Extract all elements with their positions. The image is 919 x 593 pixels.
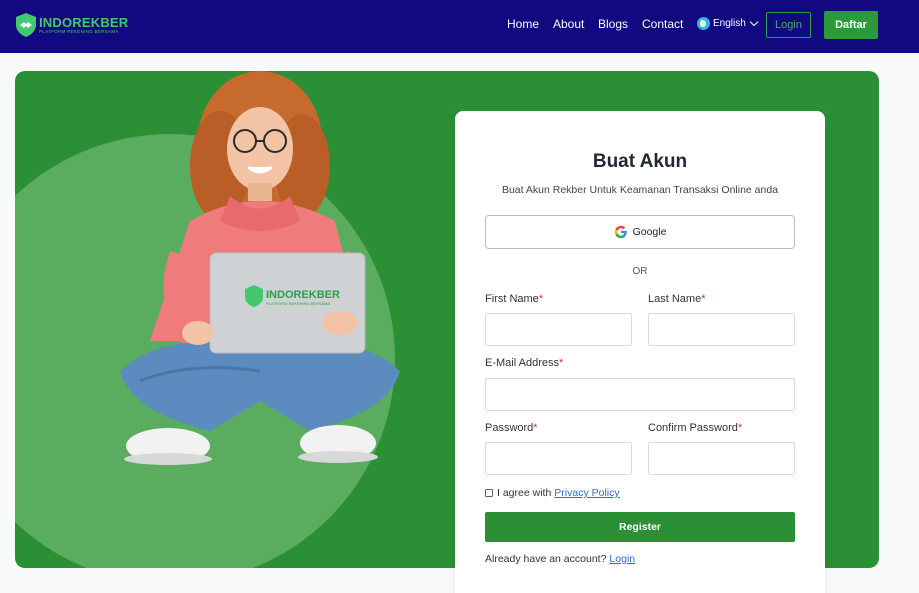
password-field[interactable] <box>485 442 632 475</box>
page-title: Buat Akun <box>592 151 688 172</box>
login-link[interactable]: Login <box>609 553 635 565</box>
navbar: INDOREKBER PLATFORM REKENING BERSAMA Hom… <box>0 0 919 53</box>
required-mark: * <box>558 357 564 369</box>
google-label: Google <box>632 226 667 238</box>
language-label: English <box>713 18 746 29</box>
woman-with-laptop-illustration <box>120 71 400 465</box>
google-signin-button[interactable]: Google <box>485 215 795 249</box>
nav-link-blogs[interactable]: Blogs <box>598 17 628 31</box>
chevron-down-icon <box>749 17 759 27</box>
nav-link-about[interactable]: About <box>553 17 584 31</box>
agree-checkbox[interactable] <box>485 489 493 497</box>
language-selector[interactable]: English <box>697 17 759 30</box>
required-mark: * <box>737 422 743 434</box>
or-divider: OR <box>632 266 648 277</box>
laptop-brand-name: INDOREKBER <box>266 289 340 301</box>
page-subtitle: Buat Akun Rekber Untuk Keamanan Transaks… <box>501 184 779 196</box>
email-label: E-Mail Address* <box>485 357 564 369</box>
last-name-field[interactable] <box>648 313 795 346</box>
agree-row: I agree with Privacy Policy <box>485 487 620 499</box>
password-label: Password* <box>485 422 538 434</box>
brand-name: INDOREKBER <box>39 14 129 30</box>
nav-daftar-button[interactable]: Daftar <box>824 11 878 39</box>
confirm-password-field[interactable] <box>648 442 795 475</box>
last-name-label: Last Name* <box>648 293 706 305</box>
required-mark: * <box>533 422 538 434</box>
required-mark: * <box>701 293 706 305</box>
first-name-label: First Name* <box>485 293 544 305</box>
brand-logo[interactable]: INDOREKBER PLATFORM REKENING BERSAMA <box>15 12 128 38</box>
register-button[interactable]: Register <box>485 512 795 542</box>
nav-login-button[interactable]: Login <box>766 12 811 38</box>
brand-tagline: PLATFORM REKENING BERSAMA <box>39 28 119 34</box>
already-account-row: Already have an account? Login <box>485 553 635 565</box>
first-name-field[interactable] <box>485 313 632 346</box>
google-icon <box>614 225 627 239</box>
privacy-policy-link[interactable]: Privacy Policy <box>554 487 619 499</box>
nav-link-contact[interactable]: Contact <box>642 17 683 31</box>
agree-text: I agree with <box>497 487 552 499</box>
nav-link-home[interactable]: Home <box>507 17 539 31</box>
laptop-brand-tagline: PLATFORM REKENING BERSAMA <box>266 301 331 306</box>
shield-logo-icon <box>16 13 36 37</box>
laptop-brand-text: INDOREKBER PLATFORM REKENING BERSAMA <box>266 290 340 306</box>
register-card: Buat Akun Buat Akun Rekber Untuk Keamana… <box>455 111 825 593</box>
globe-icon <box>697 17 710 30</box>
required-mark: * <box>538 293 544 305</box>
email-field[interactable] <box>485 378 795 411</box>
confirm-password-label: Confirm Password* <box>648 422 743 434</box>
already-text: Already have an account? <box>485 553 607 565</box>
